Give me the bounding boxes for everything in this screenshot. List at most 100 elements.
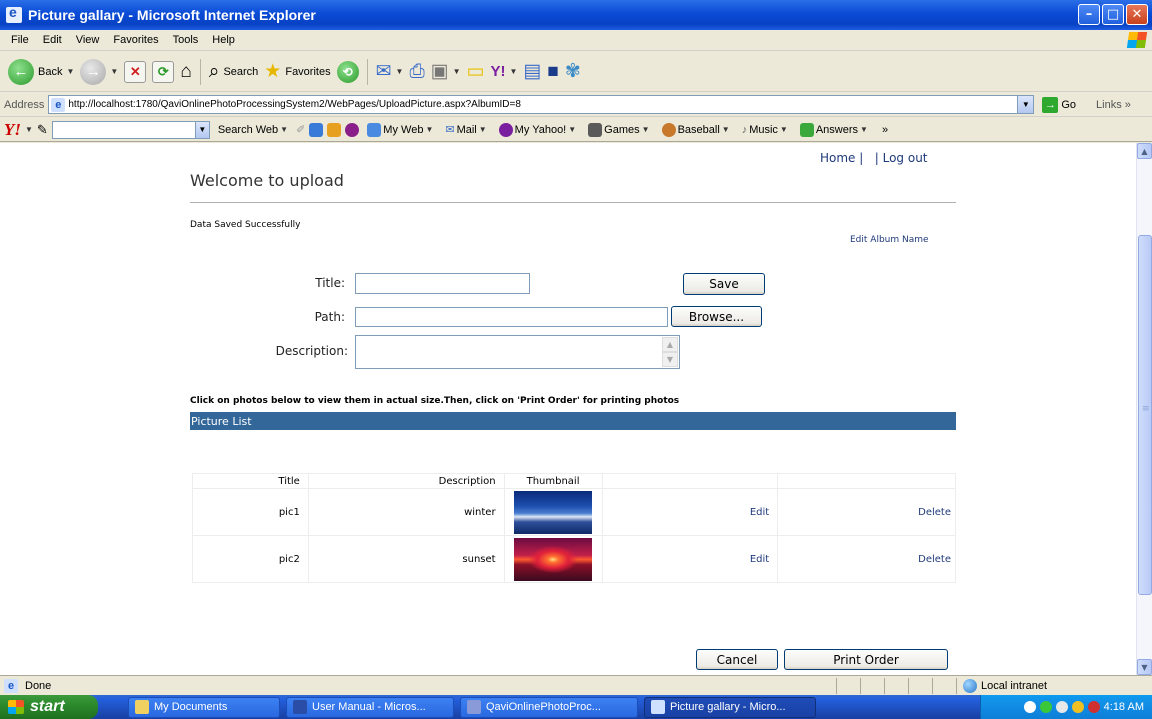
chevron-down-icon[interactable]: ▼ (25, 125, 33, 134)
address-input[interactable]: e http://localhost:1780/QaviOnlinePhotoP… (48, 95, 1035, 114)
address-dropdown-button[interactable]: ▼ (1017, 96, 1034, 113)
page-content: Home | | Log out Welcome to upload Data … (0, 143, 1136, 675)
browse-button[interactable]: Browse... (671, 306, 762, 327)
music-button[interactable]: ♪ Music ▼ (738, 124, 792, 136)
games-button[interactable]: Games ▼ (584, 122, 653, 137)
path-input[interactable] (355, 307, 668, 327)
thumbnail-image[interactable] (514, 537, 593, 581)
path-label: Path: (314, 310, 345, 324)
ie-icon (6, 4, 22, 23)
yahoo-search-input[interactable]: ▼ (51, 120, 210, 139)
cancel-button[interactable]: Cancel (696, 649, 778, 670)
links-label: Links (1096, 98, 1122, 111)
scroll-thumb[interactable] (1138, 235, 1152, 595)
anti-spy-icon[interactable] (327, 122, 342, 137)
yahoo-logo-icon[interactable]: Y! (4, 120, 21, 140)
messenger-tray-icon[interactable] (1071, 701, 1084, 713)
stop-button[interactable]: ✕ (124, 60, 147, 83)
row-description: sunset (307, 535, 505, 583)
save-button[interactable]: Save (683, 273, 765, 295)
delete-link[interactable]: Delete (777, 488, 956, 536)
star-icon: ★ (264, 61, 282, 82)
title-label: Title: (315, 276, 345, 290)
favorites-button[interactable]: ★ Favorites (264, 62, 330, 81)
search-web-button[interactable]: Search Web ▼ (214, 124, 292, 136)
intranet-icon (963, 678, 977, 693)
thumbnail-image[interactable] (514, 490, 593, 534)
textarea-scrollbar[interactable]: ▲ ▼ (662, 337, 678, 367)
scroll-down-icon[interactable]: ▼ (662, 352, 678, 367)
menu-tools[interactable]: Tools (166, 34, 206, 46)
table-header-row: Title Description Thumbnail (192, 473, 956, 489)
title-input[interactable] (355, 273, 530, 294)
contacts-button[interactable]: ✾ (565, 62, 581, 81)
scroll-up-icon[interactable]: ▲ (662, 337, 678, 352)
logout-link[interactable]: Log out (883, 151, 928, 165)
games-icon (588, 122, 603, 137)
my-yahoo-button[interactable]: My Yahoo! ▼ (495, 122, 581, 137)
edit-album-name-link[interactable]: Edit Album Name (850, 235, 929, 245)
start-label: start (30, 698, 65, 715)
print-order-button[interactable]: Print Order (784, 649, 948, 670)
print-button[interactable]: ⎙ (409, 62, 424, 81)
mail-button[interactable]: ✉ Mail ▼ (441, 123, 490, 137)
task-picture-gallary[interactable]: Picture gallary - Micro... (644, 696, 816, 718)
history-button[interactable]: ⟲ (336, 60, 359, 83)
edit-link[interactable]: Edit (601, 535, 779, 583)
toolbar-overflow-button[interactable]: » (882, 124, 888, 136)
messenger-button[interactable]: ■ (547, 62, 558, 81)
scroll-down-button[interactable]: ▼ (1137, 659, 1152, 675)
home-link[interactable]: Home (820, 151, 855, 165)
menu-file[interactable]: File (4, 34, 36, 46)
network-icon[interactable] (1039, 701, 1052, 713)
volume-icon[interactable] (1055, 701, 1068, 713)
my-yahoo-label: My Yahoo! (514, 123, 567, 136)
start-button[interactable]: start (0, 695, 98, 719)
scroll-up-button[interactable]: ▲ (1137, 143, 1152, 159)
answers-button[interactable]: Answers ▼ (796, 122, 872, 137)
yahoo-360-icon[interactable] (345, 122, 360, 137)
status-text: Done (25, 679, 52, 692)
menu-edit[interactable]: Edit (36, 34, 69, 46)
delete-link[interactable]: Delete (777, 535, 956, 583)
edit-button[interactable]: ▣ ▼ (431, 62, 461, 81)
description-textarea[interactable]: ▲ ▼ (355, 335, 680, 369)
popup-blocker-icon[interactable] (309, 122, 324, 137)
menu-view[interactable]: View (69, 34, 107, 46)
yahoo-search-dropdown[interactable]: ▼ (194, 121, 209, 138)
menu-help[interactable]: Help (205, 34, 242, 46)
task-visual-studio[interactable]: QaviOnlinePhotoProc... (460, 696, 638, 718)
my-web-button[interactable]: My Web ▼ (363, 122, 437, 137)
system-tray: 4:18 AM (980, 695, 1152, 719)
column-header-thumbnail: Thumbnail (503, 473, 603, 489)
security-zone[interactable]: Local intranet (956, 677, 1047, 694)
links-button[interactable]: Links » (1096, 99, 1131, 111)
task-user-manual[interactable]: User Manual - Micros... (286, 696, 454, 718)
folder-button[interactable]: ▭ (467, 62, 485, 81)
highlight-icon[interactable]: ✐ (296, 123, 305, 136)
refresh-button[interactable]: ⟳ (152, 60, 175, 83)
menu-favorites[interactable]: Favorites (106, 34, 165, 46)
edit-link[interactable]: Edit (601, 488, 779, 536)
tray-arrow-icon[interactable] (1023, 701, 1036, 713)
pencil-icon[interactable]: ✎ (37, 122, 48, 138)
go-button[interactable]: → Go (1042, 96, 1076, 113)
window-title-bar[interactable]: Picture gallary - Microsoft Internet Exp… (0, 0, 1152, 30)
taskbar: start My Documents User Manual - Micros.… (0, 695, 1152, 719)
maximize-button[interactable]: □ (1102, 4, 1124, 25)
minimize-button[interactable]: – (1078, 4, 1100, 25)
forward-button[interactable]: → ▼ (80, 58, 118, 85)
close-button[interactable]: ✕ (1126, 4, 1148, 25)
home-button[interactable]: ⌂ (180, 62, 191, 81)
security-tray-icon[interactable] (1087, 701, 1100, 713)
research-button[interactable]: ▤ (523, 62, 541, 81)
app-window-icon (467, 700, 481, 714)
page-scrollbar[interactable]: ▲ ▼ (1136, 143, 1152, 675)
mail-button[interactable]: ✉ ▼ (376, 62, 404, 81)
yahoo-messenger-button[interactable]: Y! ▼ (490, 64, 517, 79)
task-my-documents[interactable]: My Documents (128, 696, 280, 718)
back-button[interactable]: ← Back ▼ (8, 58, 74, 85)
baseball-button[interactable]: Baseball ▼ (658, 122, 734, 137)
search-button[interactable]: ⌕ Search (209, 62, 259, 81)
games-label: Games (604, 123, 640, 136)
